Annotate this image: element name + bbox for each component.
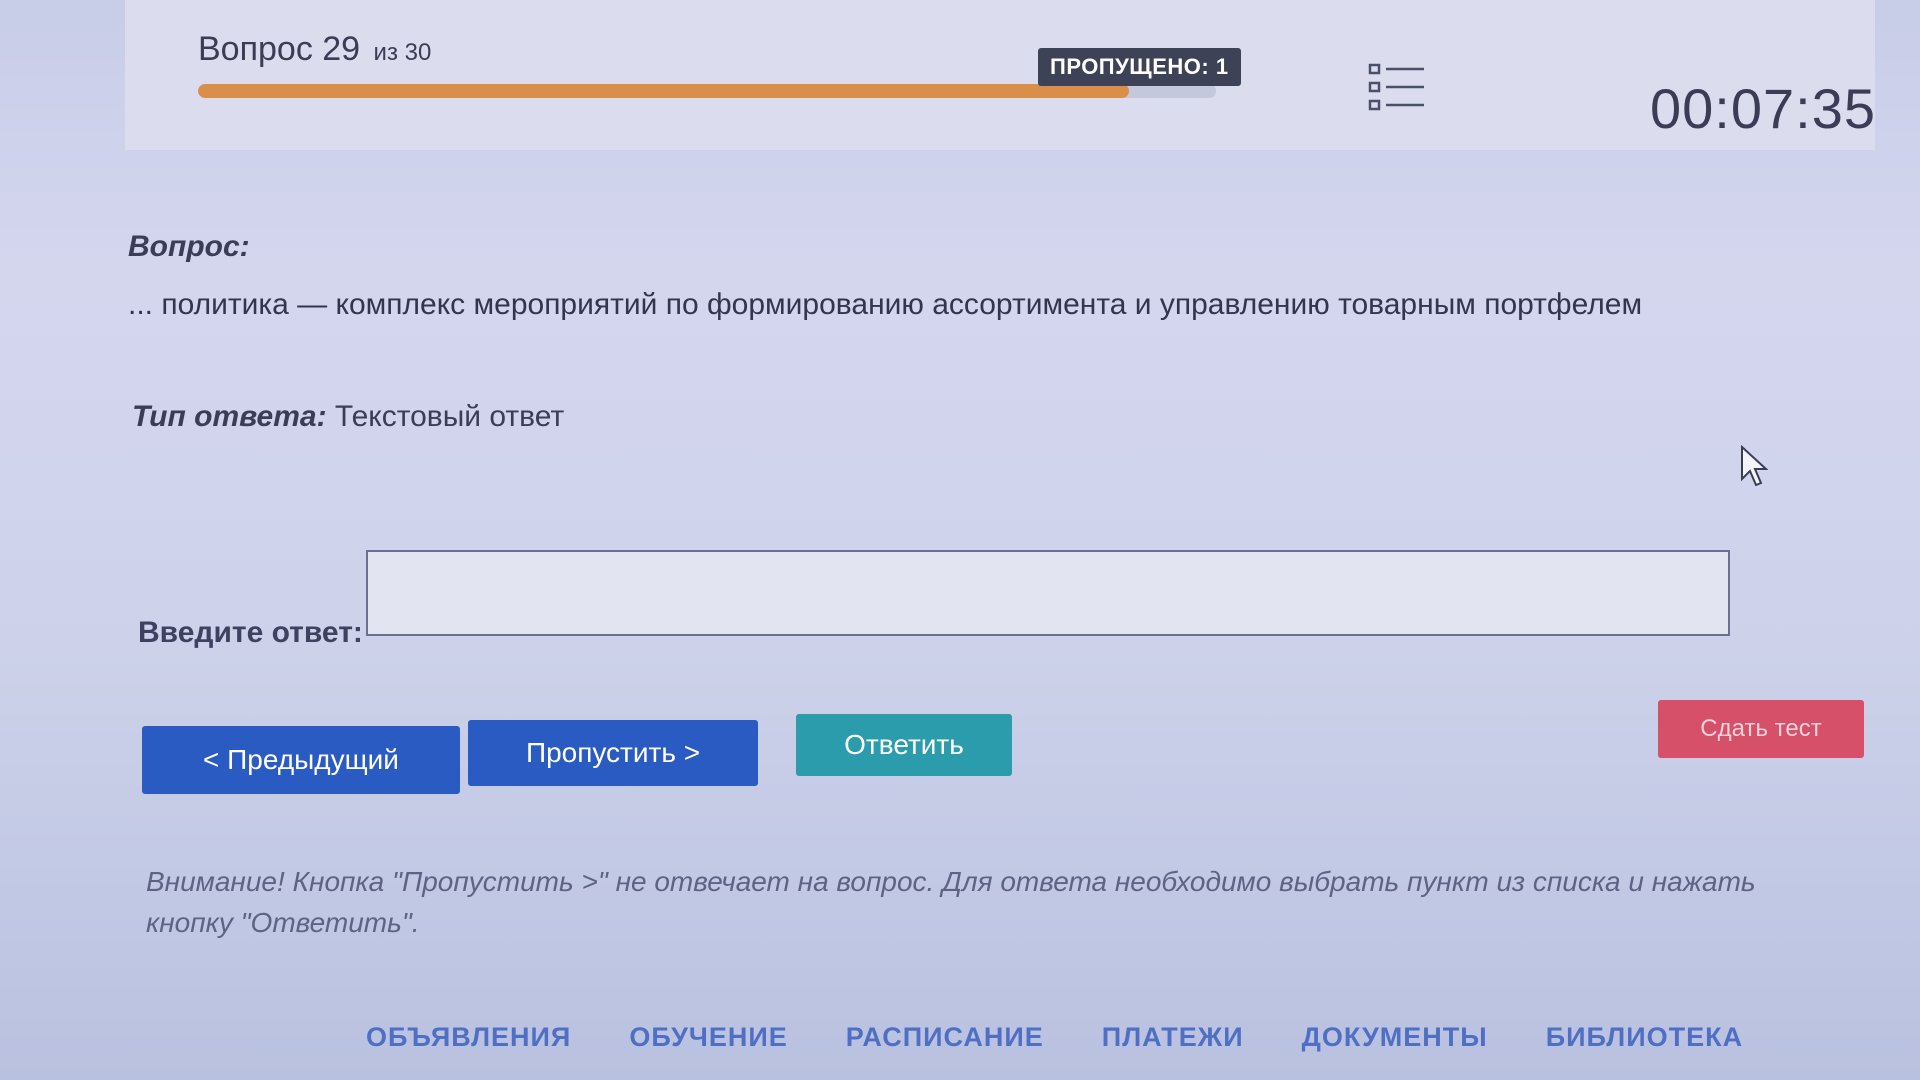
top-bar	[125, 0, 1875, 150]
previous-button[interactable]: < Предыдущий	[142, 726, 460, 794]
answer-label: Введите ответ:	[138, 616, 363, 649]
nav-item-2[interactable]: РАСПИСАНИЕ	[846, 1022, 1044, 1053]
mouse-cursor-icon	[1740, 444, 1769, 489]
question-total: из 30	[373, 39, 432, 66]
answer-type-value: Текстовый ответ	[334, 400, 565, 433]
nav-item-1[interactable]: ОБУЧЕНИЕ	[629, 1022, 787, 1053]
finish-test-button[interactable]: Сдать тест	[1658, 700, 1864, 758]
list-icon[interactable]	[1368, 62, 1426, 112]
timer: 00:07:35	[1650, 77, 1876, 140]
nav-item-3[interactable]: ПЛАТЕЖИ	[1102, 1022, 1244, 1053]
question-text: ... политика — комплекс мероприятий по ф…	[128, 288, 1643, 321]
answer-type: Тип ответа: Текстовый ответ	[132, 400, 564, 434]
question-counter: Вопрос 29 из 30	[198, 30, 431, 69]
progress-fill	[198, 84, 1130, 98]
question-number: Вопрос 29	[198, 30, 361, 68]
nav-item-5[interactable]: БИБЛИОТЕКА	[1546, 1022, 1743, 1053]
answer-input[interactable]	[366, 550, 1730, 636]
nav-item-0[interactable]: ОБЪЯВЛЕНИЯ	[366, 1022, 571, 1053]
nav-item-4[interactable]: ДОКУМЕНТЫ	[1302, 1022, 1488, 1053]
progress-bar	[198, 84, 1216, 98]
bottom-nav: ОБЪЯВЛЕНИЯ ОБУЧЕНИЕ РАСПИСАНИЕ ПЛАТЕЖИ ДОКУМ…	[366, 1022, 1743, 1053]
warning-text: Внимание! Кнопка "Пропустить >" не отвеч…	[146, 866, 1756, 938]
question-heading: Вопрос:	[128, 230, 250, 263]
answer-type-label: Тип ответа:	[132, 400, 327, 433]
skipped-badge[interactable]: ПРОПУЩЕНО: 1	[1038, 48, 1241, 86]
skip-button[interactable]: Пропустить >	[468, 720, 758, 786]
answer-button[interactable]: Ответить	[796, 714, 1012, 776]
